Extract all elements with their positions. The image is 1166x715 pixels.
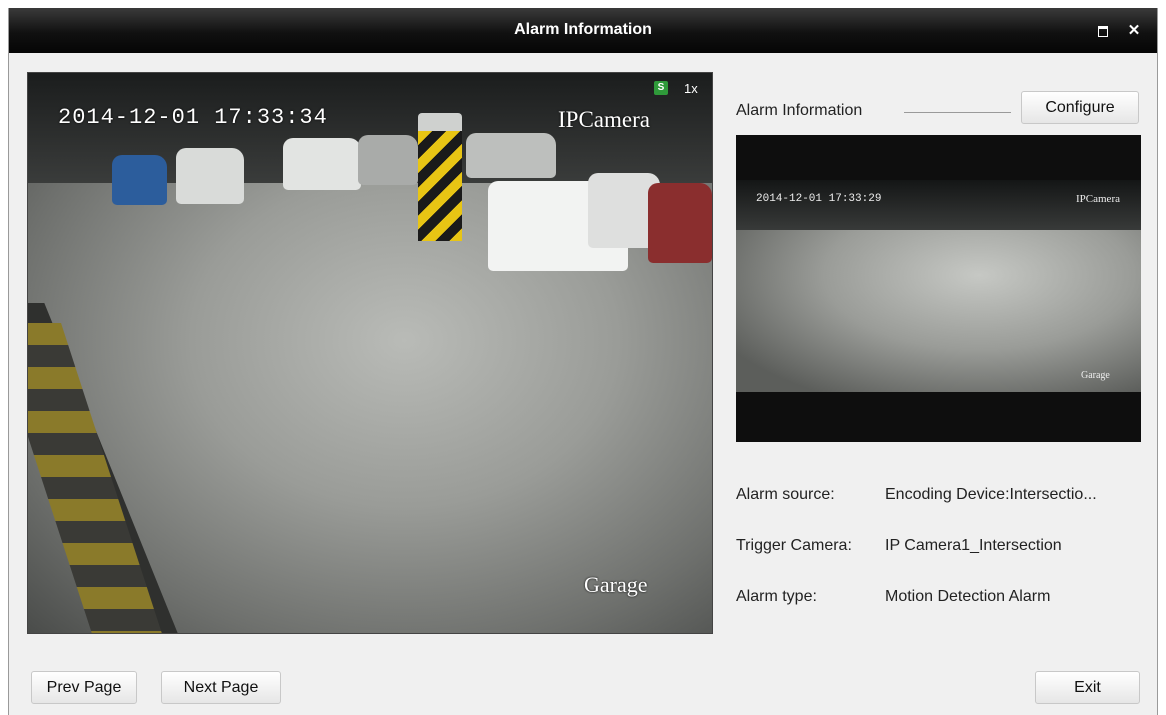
parked-car (648, 183, 712, 263)
maximize-icon[interactable] (1094, 22, 1112, 40)
live-video-view[interactable]: 2014-12-01 17:33:34 IPCamera Garage S 1x (27, 72, 713, 634)
snapshot-ceiling (736, 180, 1141, 230)
trigger-camera-label: Trigger Camera: (736, 537, 852, 554)
window-title: Alarm Information (514, 21, 652, 38)
video-location-label: Garage (584, 572, 648, 597)
snapshot-camera-name: IPCamera (1076, 193, 1120, 205)
snapshot-location-label: Garage (1081, 370, 1110, 381)
parked-car (112, 155, 167, 205)
alarm-source-label: Alarm source: (736, 486, 835, 503)
zoom-level: 1x (684, 81, 698, 96)
exit-button[interactable]: Exit (1035, 671, 1140, 704)
configure-button[interactable]: Configure (1021, 91, 1139, 124)
alarm-type-label: Alarm type: (736, 588, 817, 605)
alarm-snapshot[interactable]: 2014-12-01 17:33:29 IPCamera Garage (736, 135, 1141, 442)
video-camera-name: IPCamera (558, 107, 650, 132)
alarm-type-value: Motion Detection Alarm (885, 588, 1051, 605)
snapshot-timestamp: 2014-12-01 17:33:29 (756, 193, 882, 205)
parked-car (466, 133, 556, 178)
close-icon[interactable]: ✕ (1125, 22, 1143, 40)
striped-pillar (418, 131, 462, 241)
parked-car (176, 148, 244, 204)
next-page-button[interactable]: Next Page (161, 671, 281, 704)
trigger-camera-value: IP Camera1_Intersection (885, 537, 1062, 554)
title-bar[interactable]: Alarm Information ✕ (9, 8, 1157, 53)
heading-divider (904, 112, 1011, 113)
prev-page-button[interactable]: Prev Page (31, 671, 137, 704)
record-icon[interactable]: S (654, 81, 668, 95)
parked-car (358, 135, 418, 185)
alarm-info-heading: Alarm Information (736, 102, 863, 119)
alarm-source-value: Encoding Device:Intersectio... (885, 486, 1097, 503)
video-timestamp: 2014-12-01 17:33:34 (58, 105, 328, 130)
alarm-information-window: Alarm Information ✕ 2014-12-01 17:33:34 … (8, 8, 1158, 715)
parked-car (283, 138, 361, 190)
